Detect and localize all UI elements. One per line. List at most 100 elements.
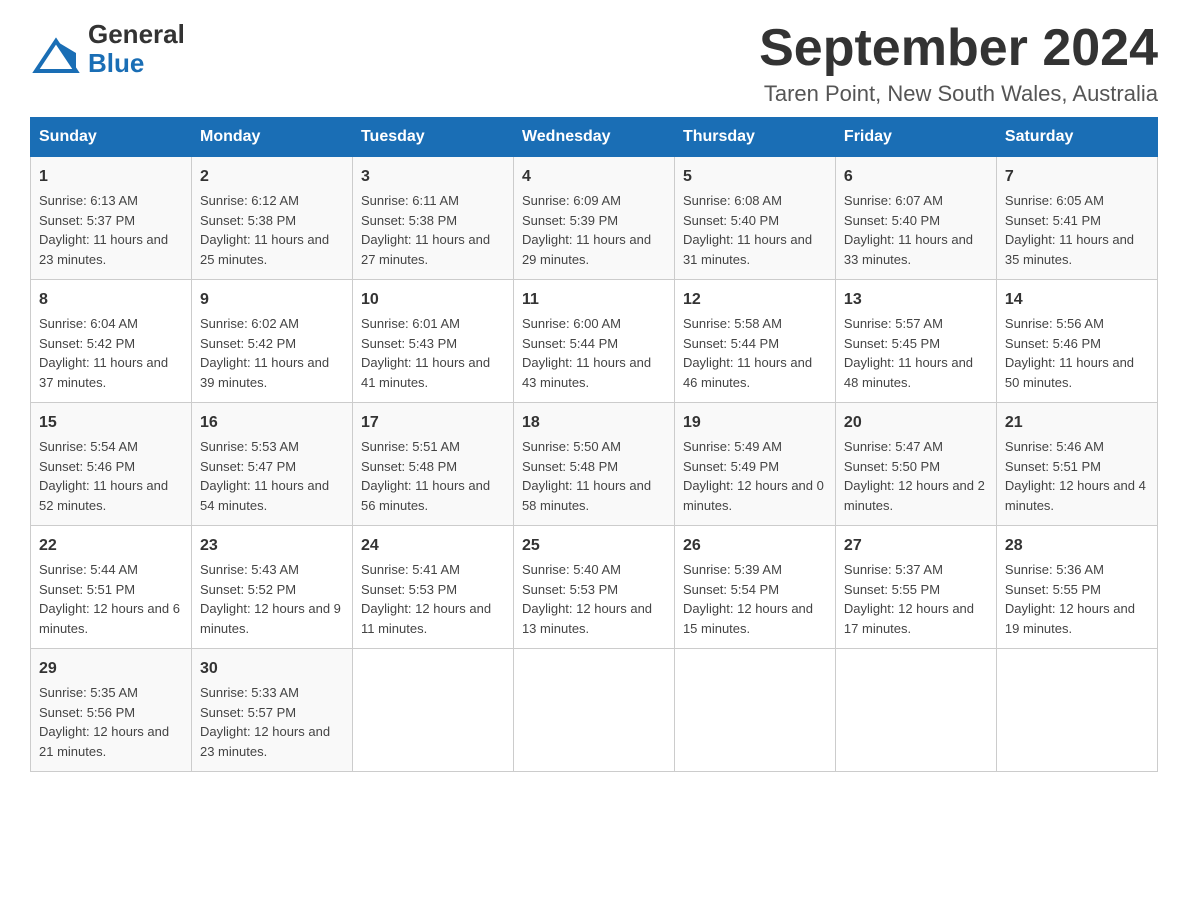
day-number: 27 xyxy=(844,534,988,558)
calendar-cell: 26 Sunrise: 5:39 AMSunset: 5:54 PMDaylig… xyxy=(674,526,835,649)
calendar-cell: 17 Sunrise: 5:51 AMSunset: 5:48 PMDaylig… xyxy=(352,403,513,526)
day-info: Sunrise: 5:44 AMSunset: 5:51 PMDaylight:… xyxy=(39,562,180,636)
calendar-cell: 23 Sunrise: 5:43 AMSunset: 5:52 PMDaylig… xyxy=(191,526,352,649)
day-number: 17 xyxy=(361,411,505,435)
calendar-cell: 21 Sunrise: 5:46 AMSunset: 5:51 PMDaylig… xyxy=(996,403,1157,526)
header-row: Sunday Monday Tuesday Wednesday Thursday… xyxy=(31,118,1158,157)
calendar-week-3: 15 Sunrise: 5:54 AMSunset: 5:46 PMDaylig… xyxy=(31,403,1158,526)
day-info: Sunrise: 6:07 AMSunset: 5:40 PMDaylight:… xyxy=(844,193,973,267)
logo-icon xyxy=(30,33,86,77)
col-monday: Monday xyxy=(191,118,352,157)
day-number: 4 xyxy=(522,165,666,189)
calendar-header: Sunday Monday Tuesday Wednesday Thursday… xyxy=(31,118,1158,157)
day-info: Sunrise: 5:49 AMSunset: 5:49 PMDaylight:… xyxy=(683,439,824,513)
day-number: 13 xyxy=(844,288,988,312)
col-thursday: Thursday xyxy=(674,118,835,157)
day-number: 5 xyxy=(683,165,827,189)
col-wednesday: Wednesday xyxy=(513,118,674,157)
day-number: 3 xyxy=(361,165,505,189)
col-sunday: Sunday xyxy=(31,118,192,157)
calendar-cell: 14 Sunrise: 5:56 AMSunset: 5:46 PMDaylig… xyxy=(996,280,1157,403)
day-info: Sunrise: 5:36 AMSunset: 5:55 PMDaylight:… xyxy=(1005,562,1135,636)
calendar-week-1: 1 Sunrise: 6:13 AMSunset: 5:37 PMDayligh… xyxy=(31,157,1158,280)
calendar-cell: 24 Sunrise: 5:41 AMSunset: 5:53 PMDaylig… xyxy=(352,526,513,649)
day-info: Sunrise: 5:35 AMSunset: 5:56 PMDaylight:… xyxy=(39,685,169,759)
col-friday: Friday xyxy=(835,118,996,157)
day-info: Sunrise: 5:50 AMSunset: 5:48 PMDaylight:… xyxy=(522,439,651,513)
day-number: 30 xyxy=(200,657,344,681)
calendar-cell: 18 Sunrise: 5:50 AMSunset: 5:48 PMDaylig… xyxy=(513,403,674,526)
day-number: 21 xyxy=(1005,411,1149,435)
calendar-cell: 30 Sunrise: 5:33 AMSunset: 5:57 PMDaylig… xyxy=(191,649,352,772)
day-info: Sunrise: 6:09 AMSunset: 5:39 PMDaylight:… xyxy=(522,193,651,267)
calendar-cell: 10 Sunrise: 6:01 AMSunset: 5:43 PMDaylig… xyxy=(352,280,513,403)
day-info: Sunrise: 5:51 AMSunset: 5:48 PMDaylight:… xyxy=(361,439,490,513)
calendar-cell: 4 Sunrise: 6:09 AMSunset: 5:39 PMDayligh… xyxy=(513,157,674,280)
calendar-table: Sunday Monday Tuesday Wednesday Thursday… xyxy=(30,117,1158,772)
calendar-cell: 9 Sunrise: 6:02 AMSunset: 5:42 PMDayligh… xyxy=(191,280,352,403)
day-number: 11 xyxy=(522,288,666,312)
day-number: 12 xyxy=(683,288,827,312)
calendar-cell: 11 Sunrise: 6:00 AMSunset: 5:44 PMDaylig… xyxy=(513,280,674,403)
calendar-cell: 27 Sunrise: 5:37 AMSunset: 5:55 PMDaylig… xyxy=(835,526,996,649)
day-number: 20 xyxy=(844,411,988,435)
calendar-cell: 1 Sunrise: 6:13 AMSunset: 5:37 PMDayligh… xyxy=(31,157,192,280)
col-saturday: Saturday xyxy=(996,118,1157,157)
day-info: Sunrise: 5:47 AMSunset: 5:50 PMDaylight:… xyxy=(844,439,985,513)
day-info: Sunrise: 5:37 AMSunset: 5:55 PMDaylight:… xyxy=(844,562,974,636)
day-number: 25 xyxy=(522,534,666,558)
day-info: Sunrise: 6:13 AMSunset: 5:37 PMDaylight:… xyxy=(39,193,168,267)
day-info: Sunrise: 5:41 AMSunset: 5:53 PMDaylight:… xyxy=(361,562,491,636)
logo-name-block: General Blue xyxy=(88,20,185,77)
day-info: Sunrise: 6:00 AMSunset: 5:44 PMDaylight:… xyxy=(522,316,651,390)
day-number: 23 xyxy=(200,534,344,558)
day-info: Sunrise: 6:12 AMSunset: 5:38 PMDaylight:… xyxy=(200,193,329,267)
calendar-cell: 19 Sunrise: 5:49 AMSunset: 5:49 PMDaylig… xyxy=(674,403,835,526)
calendar-week-5: 29 Sunrise: 5:35 AMSunset: 5:56 PMDaylig… xyxy=(31,649,1158,772)
day-number: 7 xyxy=(1005,165,1149,189)
calendar-cell xyxy=(352,649,513,772)
calendar-cell: 16 Sunrise: 5:53 AMSunset: 5:47 PMDaylig… xyxy=(191,403,352,526)
day-number: 19 xyxy=(683,411,827,435)
day-info: Sunrise: 5:43 AMSunset: 5:52 PMDaylight:… xyxy=(200,562,341,636)
day-info: Sunrise: 5:40 AMSunset: 5:53 PMDaylight:… xyxy=(522,562,652,636)
day-info: Sunrise: 5:53 AMSunset: 5:47 PMDaylight:… xyxy=(200,439,329,513)
day-info: Sunrise: 5:56 AMSunset: 5:46 PMDaylight:… xyxy=(1005,316,1134,390)
day-info: Sunrise: 6:08 AMSunset: 5:40 PMDaylight:… xyxy=(683,193,812,267)
day-info: Sunrise: 5:57 AMSunset: 5:45 PMDaylight:… xyxy=(844,316,973,390)
calendar-cell: 6 Sunrise: 6:07 AMSunset: 5:40 PMDayligh… xyxy=(835,157,996,280)
calendar-cell: 25 Sunrise: 5:40 AMSunset: 5:53 PMDaylig… xyxy=(513,526,674,649)
day-number: 22 xyxy=(39,534,183,558)
month-title: September 2024 xyxy=(759,20,1158,77)
logo-general-text: General xyxy=(88,20,185,49)
day-number: 6 xyxy=(844,165,988,189)
calendar-cell: 12 Sunrise: 5:58 AMSunset: 5:44 PMDaylig… xyxy=(674,280,835,403)
page-header: General Blue September 2024 Taren Point,… xyxy=(30,20,1158,107)
calendar-cell: 13 Sunrise: 5:57 AMSunset: 5:45 PMDaylig… xyxy=(835,280,996,403)
day-number: 8 xyxy=(39,288,183,312)
day-info: Sunrise: 5:46 AMSunset: 5:51 PMDaylight:… xyxy=(1005,439,1146,513)
day-number: 28 xyxy=(1005,534,1149,558)
calendar-cell: 2 Sunrise: 6:12 AMSunset: 5:38 PMDayligh… xyxy=(191,157,352,280)
day-number: 1 xyxy=(39,165,183,189)
calendar-cell: 8 Sunrise: 6:04 AMSunset: 5:42 PMDayligh… xyxy=(31,280,192,403)
day-number: 9 xyxy=(200,288,344,312)
logo-blue-text: Blue xyxy=(88,49,185,78)
day-number: 2 xyxy=(200,165,344,189)
calendar-cell: 20 Sunrise: 5:47 AMSunset: 5:50 PMDaylig… xyxy=(835,403,996,526)
calendar-cell xyxy=(513,649,674,772)
day-number: 29 xyxy=(39,657,183,681)
day-info: Sunrise: 6:01 AMSunset: 5:43 PMDaylight:… xyxy=(361,316,490,390)
calendar-cell: 22 Sunrise: 5:44 AMSunset: 5:51 PMDaylig… xyxy=(31,526,192,649)
day-info: Sunrise: 6:02 AMSunset: 5:42 PMDaylight:… xyxy=(200,316,329,390)
calendar-cell: 7 Sunrise: 6:05 AMSunset: 5:41 PMDayligh… xyxy=(996,157,1157,280)
title-block: September 2024 Taren Point, New South Wa… xyxy=(759,20,1158,107)
calendar-cell xyxy=(674,649,835,772)
calendar-week-4: 22 Sunrise: 5:44 AMSunset: 5:51 PMDaylig… xyxy=(31,526,1158,649)
logo: General Blue xyxy=(30,20,185,77)
day-number: 10 xyxy=(361,288,505,312)
day-number: 14 xyxy=(1005,288,1149,312)
calendar-cell xyxy=(996,649,1157,772)
day-number: 16 xyxy=(200,411,344,435)
location-title: Taren Point, New South Wales, Australia xyxy=(759,81,1158,107)
